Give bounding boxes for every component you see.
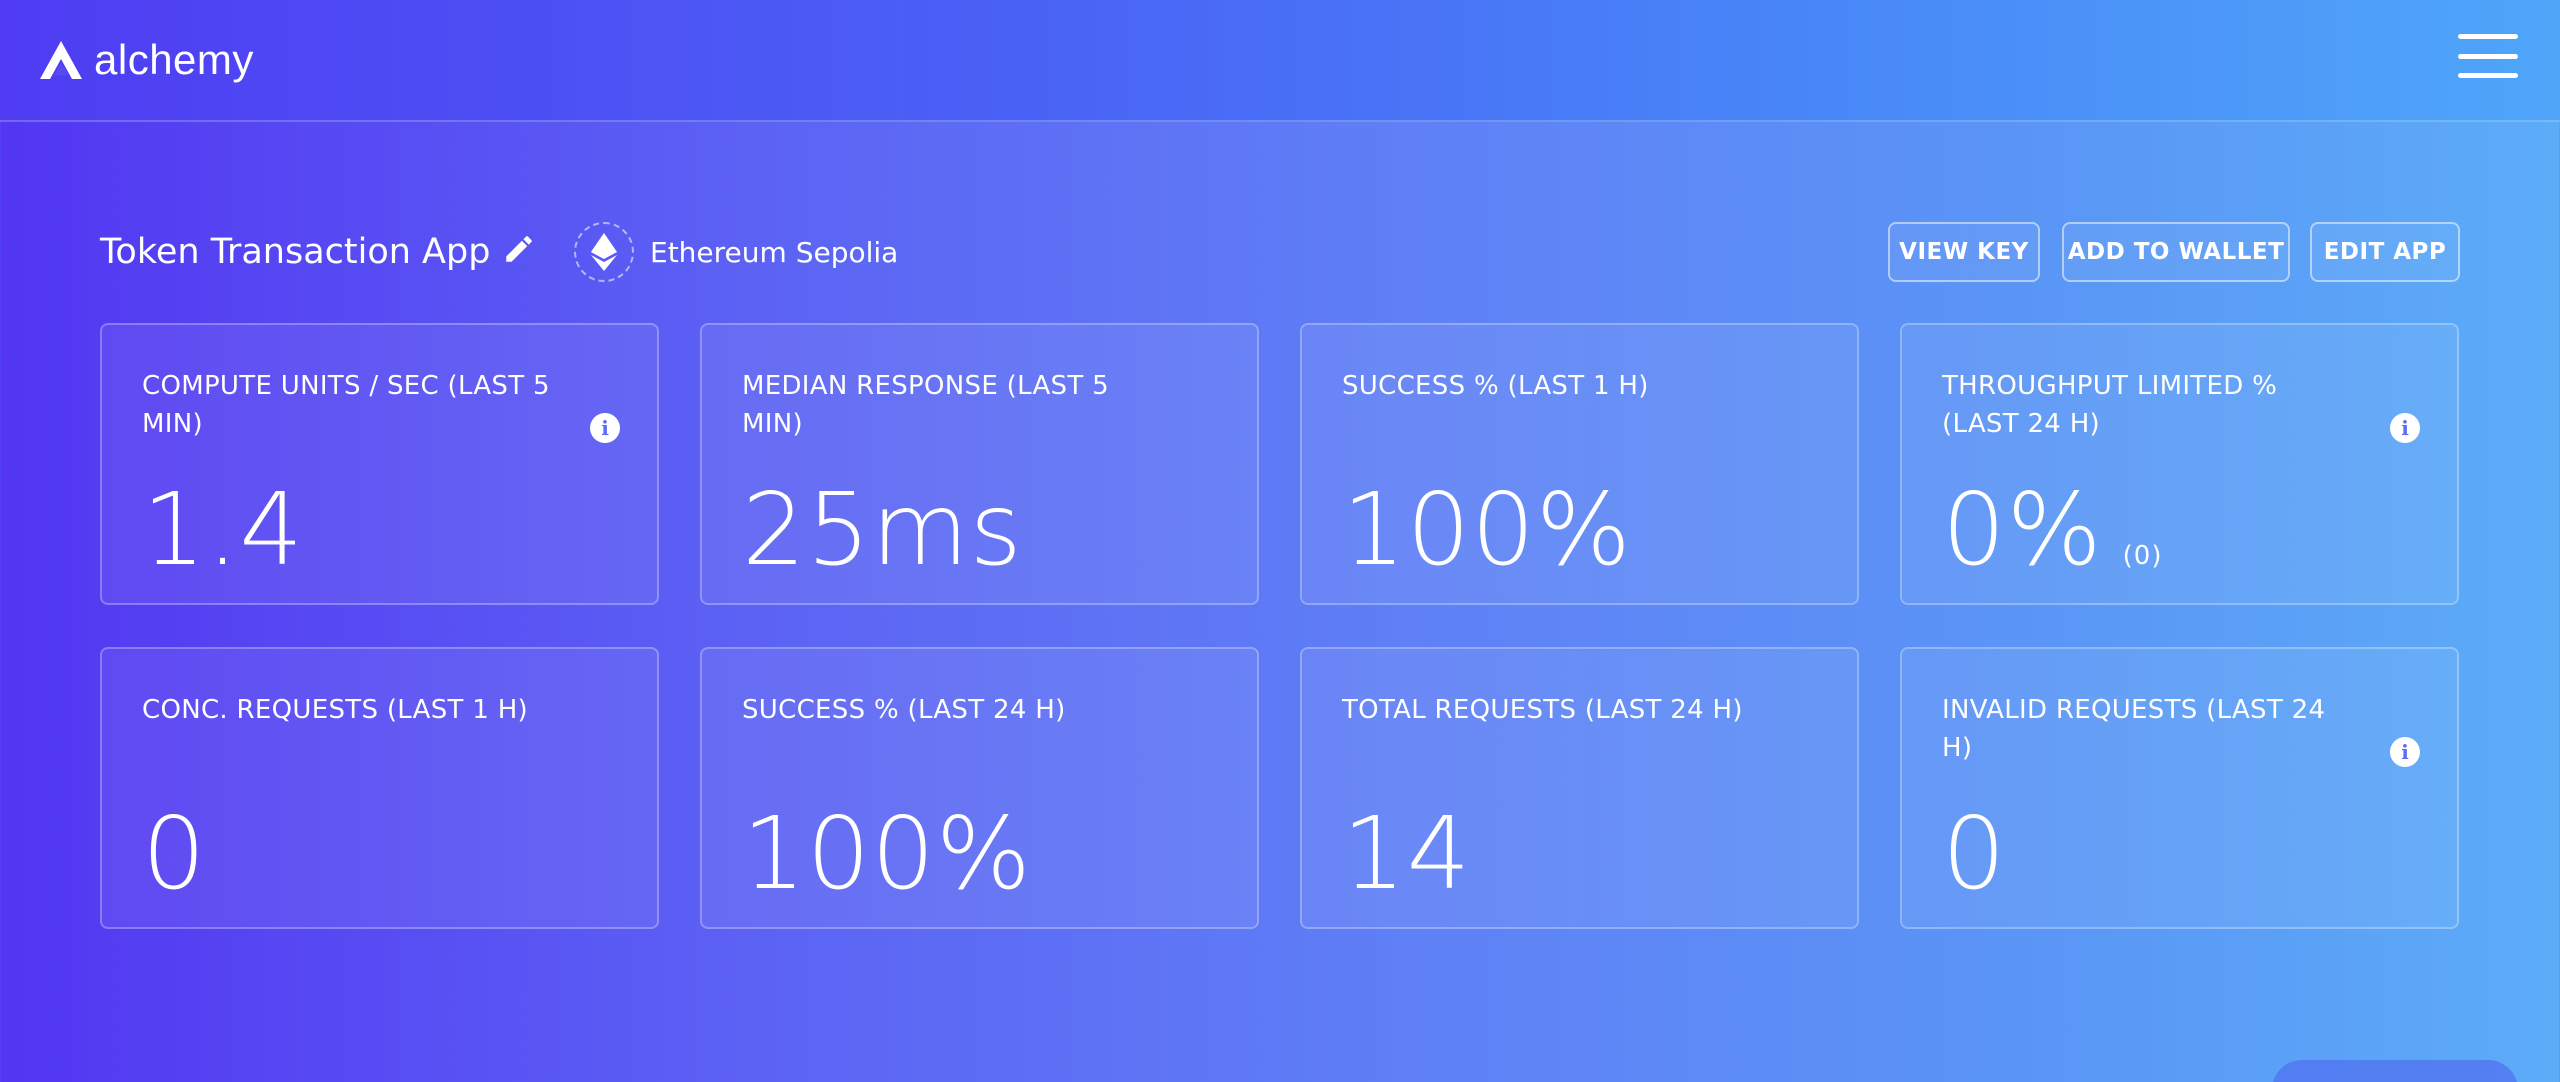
app-title: Token Transaction App (100, 232, 491, 272)
edit-app-button[interactable]: EDIT APP (2310, 222, 2460, 282)
stat-card-total-requests: TOTAL REQUESTS (LAST 24 H) 14 (1300, 647, 1859, 929)
stat-label: MEDIAN RESPONSE (LAST 5 MIN) (742, 371, 1109, 439)
stat-card-compute-units: COMPUTE UNITS / SEC (LAST 5 MIN) i 1.4 (100, 323, 659, 605)
view-key-button[interactable]: VIEW KEY (1888, 222, 2040, 282)
stat-value: 0 (1942, 795, 2007, 912)
stat-card-throughput-limited: THROUGHPUT LIMITED % (LAST 24 H) i 0% (0) (1900, 323, 2459, 605)
stat-label: COMPUTE UNITS / SEC (LAST 5 MIN) (142, 371, 550, 439)
info-icon[interactable]: i (2390, 737, 2420, 767)
stat-label: SUCCESS % (LAST 24 H) (742, 695, 1066, 725)
stat-card-median-response: MEDIAN RESPONSE (LAST 5 MIN) 25ms (700, 323, 1259, 605)
stat-value: 1.4 (142, 471, 305, 588)
stat-card-invalid-requests: INVALID REQUESTS (LAST 24 H) i 0 (1900, 647, 2459, 929)
top-navigation-bar: alchemy (0, 0, 2560, 122)
stat-value: 25ms (742, 471, 1023, 588)
add-to-wallet-button[interactable]: ADD TO WALLET (2062, 222, 2290, 282)
alchemy-logo-icon (40, 41, 82, 79)
info-icon[interactable]: i (590, 413, 620, 443)
pencil-icon[interactable] (502, 232, 536, 266)
stat-value: 0% (1942, 471, 2103, 588)
stat-card-success-1h: SUCCESS % (LAST 1 H) 100% (1300, 323, 1859, 605)
stat-label: INVALID REQUESTS (LAST 24 H) (1942, 695, 2326, 763)
stat-label: CONC. REQUESTS (LAST 1 H) (142, 695, 528, 725)
stat-label: SUCCESS % (LAST 1 H) (1342, 371, 1649, 401)
stat-card-concurrent-requests: CONC. REQUESTS (LAST 1 H) 0 (100, 647, 659, 929)
ethereum-icon (574, 222, 634, 282)
stat-value: 0 (142, 795, 207, 912)
hamburger-menu-icon[interactable] (2458, 34, 2518, 78)
network-indicator: Ethereum Sepolia (574, 222, 898, 282)
stat-label: THROUGHPUT LIMITED % (LAST 24 H) (1942, 371, 2278, 439)
stat-label: TOTAL REQUESTS (LAST 24 H) (1342, 695, 1743, 725)
stat-value: 100% (742, 795, 1032, 912)
network-name: Ethereum Sepolia (650, 235, 899, 269)
info-icon[interactable]: i (2390, 413, 2420, 443)
stat-value: 100% (1342, 471, 1632, 588)
stat-value-group: 0% (0) (1942, 475, 2163, 611)
stat-value: 14 (1342, 795, 1472, 912)
logo-text: alchemy (94, 36, 254, 83)
stat-card-success-24h: SUCCESS % (LAST 24 H) 100% (700, 647, 1259, 929)
stat-subvalue: (0) (2122, 541, 2163, 571)
floating-help-button[interactable] (2272, 1060, 2518, 1082)
alchemy-logo[interactable]: alchemy (38, 36, 254, 84)
